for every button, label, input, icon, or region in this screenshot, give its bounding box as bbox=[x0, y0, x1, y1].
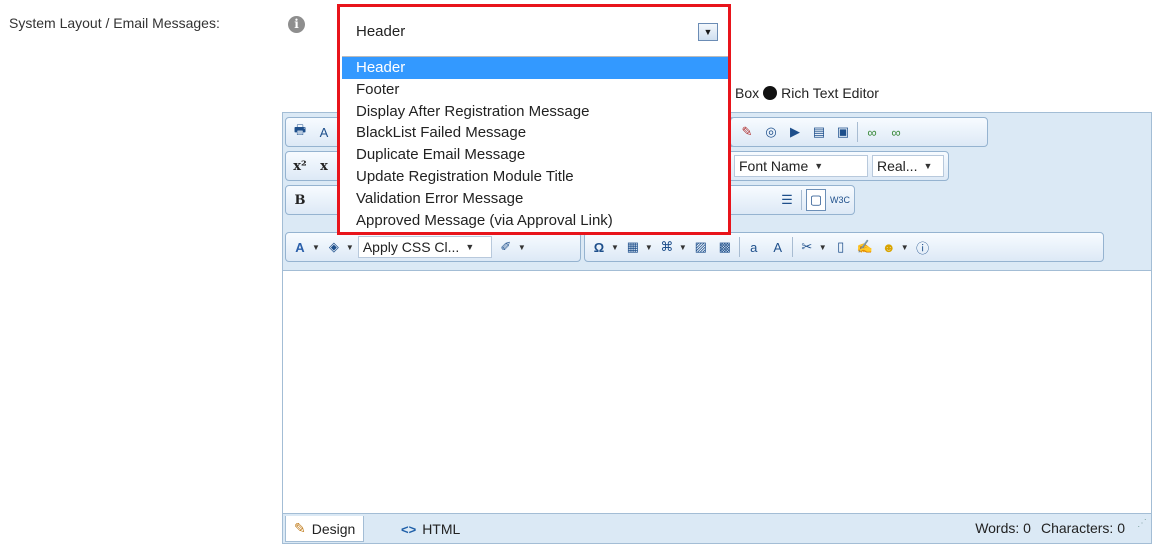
convert-lower-icon[interactable]: a bbox=[744, 236, 764, 258]
insert-snippet-icon[interactable]: ⌘ bbox=[657, 236, 677, 258]
chevron-down-icon[interactable]: ▼ bbox=[901, 243, 909, 252]
words-count: Words: 0 bbox=[975, 520, 1031, 536]
spellcheck-icon[interactable]: A bbox=[314, 121, 334, 143]
dropdown-option[interactable]: Validation Error Message bbox=[342, 188, 728, 210]
remove-link-icon[interactable]: ∞ bbox=[886, 121, 906, 143]
dropdown-option[interactable]: Display After Registration Message bbox=[342, 101, 728, 123]
apply-css-value: Apply CSS Cl... bbox=[362, 239, 460, 255]
insert-flash-icon[interactable]: ✎ bbox=[737, 121, 757, 143]
dropdown-option[interactable]: BlackList Failed Message bbox=[342, 122, 728, 144]
dropdown-option[interactable]: Header bbox=[342, 57, 728, 79]
chevron-down-icon[interactable]: ▼ bbox=[312, 243, 320, 252]
field-label: System Layout / Email Messages: bbox=[9, 15, 220, 31]
font-color-icon[interactable]: A bbox=[290, 236, 310, 258]
chevron-down-icon[interactable]: ▼ bbox=[346, 243, 354, 252]
selected-value: Header bbox=[356, 23, 406, 40]
font-size-value: Real... bbox=[877, 158, 918, 174]
editor-content-area[interactable] bbox=[283, 271, 1151, 513]
insert-media-icon[interactable]: ◎ bbox=[761, 121, 781, 143]
design-tab[interactable]: ✎ Design bbox=[285, 516, 365, 542]
editor-mode-radio[interactable]: Box Rich Text Editor bbox=[735, 85, 879, 101]
module-manager-icon[interactable]: ▢ bbox=[806, 189, 826, 211]
characters-count: Characters: 0 bbox=[1040, 520, 1125, 536]
subscript-icon[interactable]: x bbox=[314, 155, 334, 177]
image-map-icon[interactable]: ▩ bbox=[715, 236, 735, 258]
chevron-down-icon[interactable]: ▼ bbox=[819, 243, 827, 252]
html-tab-label: HTML bbox=[422, 521, 461, 537]
message-type-dropdown[interactable]: Header ▼ Header Footer Display After Reg… bbox=[337, 4, 731, 235]
chevron-down-icon[interactable]: ▼ bbox=[518, 243, 526, 252]
document-manager-icon[interactable]: ▤ bbox=[809, 121, 829, 143]
chevron-down-icon[interactable]: ▼ bbox=[679, 243, 687, 252]
message-type-select[interactable]: Header ▼ bbox=[342, 10, 726, 52]
chevron-down-icon[interactable]: ▼ bbox=[645, 243, 653, 252]
insert-table-icon[interactable]: ▦ bbox=[623, 236, 643, 258]
bold-button[interactable]: B bbox=[290, 189, 310, 211]
chevron-down-icon[interactable]: ▼ bbox=[698, 23, 718, 41]
textbox-option-label[interactable]: Box bbox=[735, 85, 759, 101]
insert-form-icon[interactable]: ▯ bbox=[831, 236, 851, 258]
font-name-select[interactable]: Font Name ▼ bbox=[734, 155, 868, 177]
w3c-validate-icon[interactable]: W3C bbox=[830, 189, 850, 211]
print-icon[interactable]: 🖶 bbox=[290, 121, 310, 143]
about-icon[interactable]: ⓘ bbox=[913, 236, 933, 258]
chevron-down-icon: ▼ bbox=[465, 242, 475, 252]
info-icon[interactable]: i bbox=[288, 16, 305, 33]
dropdown-option[interactable]: Approved Message (via Approval Link) bbox=[342, 210, 728, 232]
font-name-value: Font Name bbox=[739, 158, 809, 174]
editor-status-bar: ✎ Design <> HTML Words: 0 Characters: 0 … bbox=[283, 513, 1151, 543]
convert-upper-icon[interactable]: A bbox=[768, 236, 788, 258]
pencil-icon: ✎ bbox=[294, 520, 306, 536]
dropdown-option[interactable]: Update Registration Module Title bbox=[342, 166, 728, 188]
insert-link-icon[interactable]: ∞ bbox=[862, 121, 882, 143]
font-size-select[interactable]: Real... ▼ bbox=[872, 155, 944, 177]
superscript-icon[interactable]: x² bbox=[290, 155, 310, 177]
apply-css-select[interactable]: Apply CSS Cl... ▼ bbox=[357, 236, 492, 258]
dropdown-options: Header Footer Display After Registration… bbox=[342, 56, 728, 231]
emoticon-icon[interactable]: ☻ bbox=[879, 236, 899, 258]
design-tab-label: Design bbox=[311, 520, 356, 537]
image-manager-icon[interactable]: ▨ bbox=[691, 236, 711, 258]
code-icon: <> bbox=[401, 521, 417, 537]
bulleted-list-icon[interactable]: ☰ bbox=[777, 189, 797, 211]
tools-icon[interactable]: ✂ bbox=[797, 236, 817, 258]
rich-text-option-label[interactable]: Rich Text Editor bbox=[781, 85, 879, 101]
dropdown-option[interactable]: Footer bbox=[342, 79, 728, 101]
edit-note-icon[interactable]: ✍ bbox=[855, 236, 875, 258]
resize-grip-icon[interactable]: ⋰ bbox=[1137, 518, 1147, 529]
toolbar-row-4: A ▼ ◈ ▼ Apply CSS Cl... ▼ ✐ ▼ Ω ▼ ▦ ▼ ⌘ … bbox=[285, 232, 1104, 262]
highlight-color-icon[interactable]: ◈ bbox=[324, 236, 344, 258]
chevron-down-icon: ▼ bbox=[814, 161, 824, 171]
chevron-down-icon: ▼ bbox=[923, 161, 933, 171]
save-template-icon[interactable]: ▣ bbox=[833, 121, 853, 143]
chevron-down-icon[interactable]: ▼ bbox=[611, 243, 619, 252]
html-tab[interactable]: <> HTML bbox=[393, 516, 468, 542]
special-character-icon[interactable]: Ω bbox=[589, 236, 609, 258]
format-stripper-icon[interactable]: ✐ bbox=[496, 236, 516, 258]
insert-video-icon[interactable]: ▶ bbox=[785, 121, 805, 143]
dropdown-option[interactable]: Duplicate Email Message bbox=[342, 144, 728, 166]
rich-text-radio-icon[interactable] bbox=[763, 86, 778, 100]
word-count: Words: 0 Characters: 0 bbox=[975, 520, 1125, 536]
